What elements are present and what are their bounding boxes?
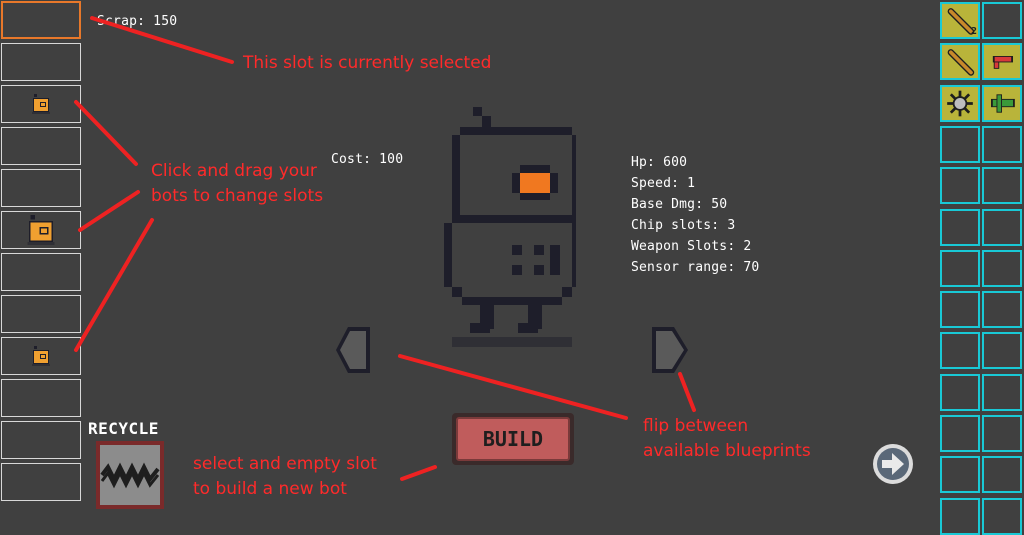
stat-weapon-slots: Weapon Slots: 2 — [631, 239, 752, 254]
inventory-slot-empty[interactable] — [940, 167, 980, 205]
bat-icon[interactable] — [942, 45, 978, 78]
stat-hp: Hp: 600 — [631, 155, 688, 170]
inventory-slot-bat[interactable] — [940, 43, 980, 81]
inventory-slot-empty[interactable] — [940, 373, 980, 411]
bot-slot[interactable] — [1, 337, 81, 375]
weapon-inventory-grid: 2 — [938, 0, 1024, 535]
inventory-slot-empty[interactable] — [940, 249, 980, 287]
bot-slot[interactable] — [1, 85, 81, 123]
annotation-selected-slot: This slot is currently selected — [243, 53, 492, 73]
inventory-slot-empty[interactable] — [940, 125, 980, 163]
bot-slot[interactable] — [1, 211, 81, 249]
stat-sensor-range: Sensor range: 70 — [631, 260, 760, 275]
bot-slot-selected[interactable] — [1, 1, 81, 39]
blueprint-cost: Cost: 100 — [331, 152, 404, 167]
bot-slot[interactable] — [1, 43, 81, 81]
bot-slot[interactable] — [1, 295, 81, 333]
inventory-slot-empty[interactable] — [982, 497, 1022, 535]
recycle-label: RECYCLE — [88, 419, 159, 438]
bot-slot[interactable] — [1, 169, 81, 207]
inventory-slot-empty[interactable] — [982, 249, 1022, 287]
build-button[interactable]: BUILD — [452, 413, 574, 465]
inventory-slot-empty[interactable] — [940, 415, 980, 452]
bot-slot-column — [0, 0, 84, 512]
inventory-slot-empty[interactable] — [982, 291, 1022, 329]
annotation-build-new: select and empty slot to build a new bot — [193, 454, 377, 499]
inventory-slot-empty[interactable] — [982, 415, 1022, 452]
bot-slot[interactable] — [1, 253, 81, 291]
inventory-slot-empty[interactable] — [982, 167, 1022, 205]
inventory-slot-empty[interactable] — [982, 208, 1022, 246]
next-blueprint-button[interactable] — [650, 325, 690, 375]
pistol-icon[interactable] — [984, 45, 1020, 78]
inventory-slot-empty[interactable] — [982, 373, 1022, 411]
bot-slot[interactable] — [1, 127, 81, 165]
inventory-slot-empty[interactable] — [940, 497, 980, 535]
bot-slot[interactable] — [1, 379, 81, 417]
inventory-slot-empty[interactable] — [940, 291, 980, 329]
small-bot-icon[interactable] — [30, 346, 52, 366]
stat-chip-slots: Chip slots: 3 — [631, 218, 736, 233]
inventory-slot-empty[interactable] — [982, 332, 1022, 370]
inventory-slot-empty[interactable] — [940, 208, 980, 246]
recycle-button[interactable] — [96, 441, 164, 509]
scrap-counter: Scrap: 150 — [97, 14, 178, 29]
inventory-slot-spiked-ball[interactable] — [940, 84, 980, 122]
large-bot-icon[interactable] — [24, 215, 58, 245]
circle-arrow-right-icon[interactable] — [870, 443, 916, 485]
spiked-ball-icon[interactable] — [942, 87, 978, 120]
stat-speed: Speed: 1 — [631, 176, 696, 191]
item-count-badge: 2 — [970, 26, 977, 37]
stat-base-dmg: Base Dmg: 50 — [631, 197, 728, 212]
bot-slot[interactable] — [1, 463, 81, 501]
inventory-slot-empty[interactable] — [940, 332, 980, 370]
robot-blueprint-preview — [444, 107, 576, 347]
inventory-slot-empty[interactable] — [940, 456, 980, 494]
blueprint-stats: Hp: 600 Speed: 1 Base Dmg: 50 Chip slots… — [631, 152, 759, 278]
cannon-icon[interactable] — [984, 87, 1020, 120]
small-bot-icon[interactable] — [30, 94, 52, 114]
inventory-slot-bat[interactable]: 2 — [940, 2, 980, 39]
shredder-icon — [100, 445, 160, 505]
build-button-label: BUILD — [456, 417, 570, 461]
inventory-slot-empty[interactable] — [982, 125, 1022, 163]
annotation-flip-blueprints: flip between available blueprints — [643, 416, 811, 461]
prev-blueprint-button[interactable] — [334, 325, 374, 375]
inventory-slot-cannon[interactable] — [982, 84, 1022, 122]
inventory-slot-empty[interactable] — [982, 456, 1022, 494]
inventory-slot-pistol[interactable] — [982, 43, 1022, 81]
inventory-slot-empty[interactable] — [982, 2, 1022, 39]
bot-slot[interactable] — [1, 421, 81, 459]
annotation-drag-bots: Click and drag your bots to change slots — [151, 161, 324, 206]
